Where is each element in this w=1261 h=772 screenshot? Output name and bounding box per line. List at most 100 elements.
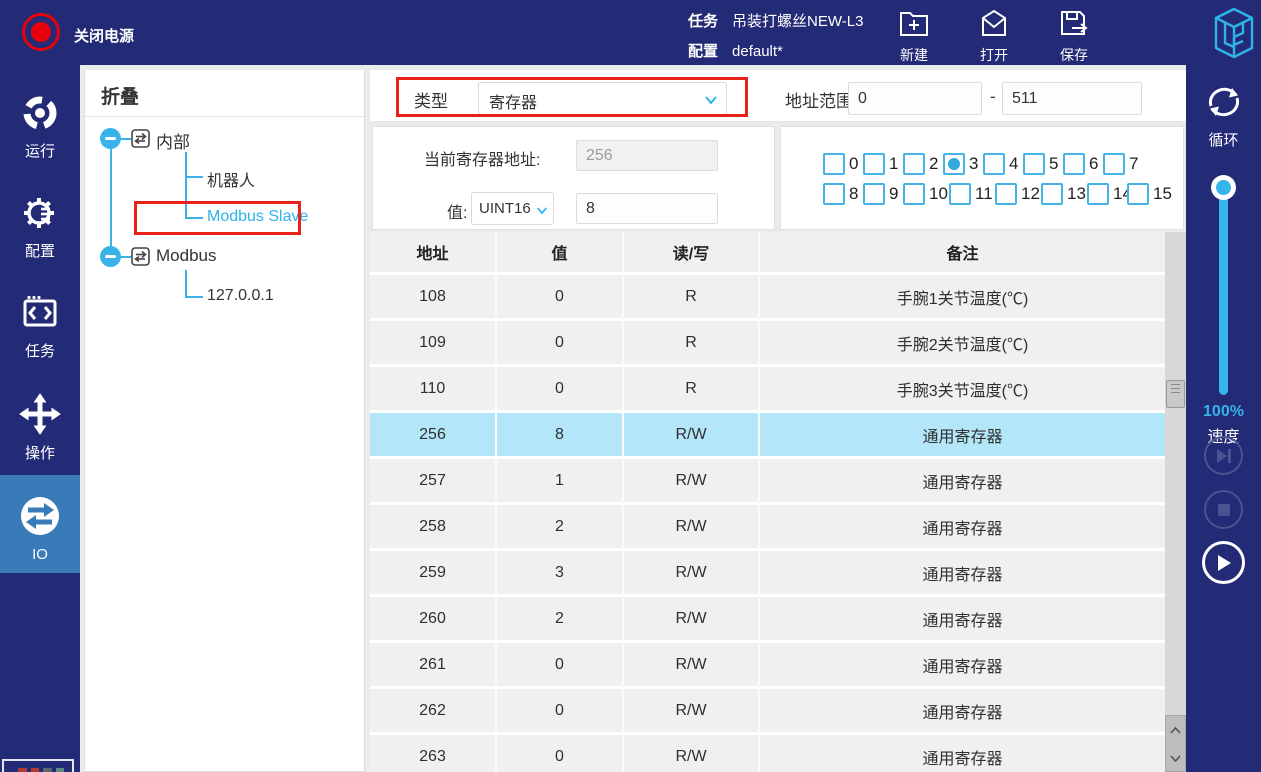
bit-checkbox-2[interactable] [903,153,925,175]
save-button[interactable]: 保存 [1044,8,1104,65]
speed-slider-handle[interactable] [1211,175,1236,200]
loop-icon [1201,110,1247,127]
table-row[interactable]: 2593R/W通用寄存器 [370,551,1165,597]
cell-rw: R/W [624,459,760,505]
mini-status-box[interactable] [2,759,74,772]
table-row[interactable]: 2620R/W通用寄存器 [370,689,1165,735]
config-label: 配置 [688,43,718,60]
cell-note: 通用寄存器 [760,597,1165,643]
bit-checkbox-13[interactable] [1041,183,1063,205]
table-row-selected[interactable]: 2568R/W通用寄存器 [370,413,1165,459]
right-control-panel: 循环 100% 速度 [1186,65,1261,772]
bit-checkbox-9[interactable] [863,183,885,205]
new-button-label: 新建 [884,45,944,65]
bit-checkbox-10[interactable] [903,183,925,205]
table-row[interactable]: 2630R/W通用寄存器 [370,735,1165,772]
nav-item-task[interactable]: 任务 [0,285,80,371]
bit-checkbox-5[interactable] [1023,153,1045,175]
open-button[interactable]: 打开 [964,8,1024,65]
bit-checkbox-4[interactable] [983,153,1005,175]
bit-checkbox-12[interactable] [995,183,1017,205]
io-icon [17,526,63,543]
nav-label-run: 运行 [0,140,80,161]
cell-value: 2 [497,597,624,643]
col-header-note: 备注 [760,232,1165,275]
tree-line-child1b [185,217,203,219]
bit-checkbox-8[interactable] [823,183,845,205]
play-button[interactable] [1202,541,1245,584]
bit-label-10: 10 [929,184,948,204]
bit-checkbox-15[interactable] [1127,183,1149,205]
table-row[interactable]: 2571R/W通用寄存器 [370,459,1165,505]
nav-item-jog[interactable]: 操作 [0,385,80,471]
nav-item-config[interactable]: 配置 [0,185,80,271]
value-type-value: UINT16 [479,200,531,217]
addr-range-from-input[interactable] [848,82,982,115]
cell-rw: R/W [624,643,760,689]
cell-value: 0 [497,735,624,772]
bit-label-13: 13 [1067,184,1086,204]
bit-checkbox-1[interactable] [863,153,885,175]
table-row[interactable]: 2602R/W通用寄存器 [370,597,1165,643]
type-select-value: 寄存器 [489,89,537,113]
scroll-up-button[interactable] [1166,716,1185,744]
bit-checkbox-0[interactable] [823,153,845,175]
value-input[interactable] [576,193,718,224]
cell-value: 0 [497,275,624,321]
tree-node-127001[interactable]: 127.0.0.1 [207,287,274,305]
table-row[interactable]: 2582R/W通用寄存器 [370,505,1165,551]
new-file-icon [898,25,930,42]
step-button[interactable] [1204,436,1243,475]
speed-slider-track[interactable] [1219,183,1228,395]
cell-value: 0 [497,643,624,689]
tree-collapse-toggle-modbus[interactable] [100,246,121,267]
loop-button[interactable]: 循环 [1186,81,1261,150]
io-device-icon [131,129,150,153]
bit-label-4: 4 [1009,154,1018,174]
table-row[interactable]: 1080R手腕1关节温度(℃) [370,275,1165,321]
stop-button[interactable] [1204,490,1243,529]
addr-range-to-input[interactable] [1002,82,1142,115]
power-button[interactable] [22,13,60,51]
app-window: 关闭电源 任务吊装打螺丝NEW-L3 配置default* 新建 [0,0,1261,772]
bit-checkbox-7[interactable] [1103,153,1125,175]
addr-range-label: 地址范围 [785,87,853,112]
table-header-row: 地址 值 读/写 备注 [370,232,1165,275]
scrollbar-thumb[interactable] [1166,380,1185,408]
table-row[interactable]: 1100R手腕3关节温度(℃) [370,367,1165,413]
tree-node-robot[interactable]: 机器人 [207,167,255,191]
register-panel: 类型 寄存器 地址范围 - 当前寄存器地址: 值: UINT16 [370,70,1186,772]
speed-percent: 100% [1186,403,1261,421]
type-select[interactable]: 寄存器 [478,82,727,115]
cell-note: 通用寄存器 [760,643,1165,689]
power-icon [31,22,51,42]
tree-node-modbus-slave[interactable]: Modbus Slave [207,208,308,226]
tree-line-h2 [121,256,131,258]
bit-checkbox-11[interactable] [949,183,971,205]
value-type-select[interactable]: UINT16 [471,192,554,225]
nav-item-run[interactable]: 运行 [0,85,80,171]
tree-collapse-toggle-internal[interactable] [100,128,121,149]
table-row[interactable]: 1090R手腕2关节温度(℃) [370,321,1165,367]
cell-addr: 258 [370,505,497,551]
collapse-button[interactable]: 折叠 [85,70,364,117]
type-label: 类型 [414,87,448,112]
cell-addr: 262 [370,689,497,735]
value-label: 值: [447,199,467,223]
table-scrollbar[interactable] [1165,232,1186,772]
bit-checkbox-14[interactable] [1087,183,1109,205]
cell-rw: R [624,321,760,367]
new-button[interactable]: 新建 [884,8,944,65]
scroll-down-button[interactable] [1166,744,1185,772]
mini-mark-3 [43,768,52,772]
cell-rw: R/W [624,551,760,597]
tree-node-modbus[interactable]: Modbus [156,246,216,266]
bit-checkbox-6[interactable] [1063,153,1085,175]
current-addr-label: 当前寄存器地址: [424,146,540,170]
cell-note: 手腕1关节温度(℃) [760,275,1165,321]
bit-label-15: 15 [1153,184,1172,204]
tree-node-internal[interactable]: 内部 [156,128,190,153]
nav-item-io[interactable]: IO [0,475,80,573]
bit-checkbox-3[interactable] [943,153,965,175]
table-row[interactable]: 2610R/W通用寄存器 [370,643,1165,689]
